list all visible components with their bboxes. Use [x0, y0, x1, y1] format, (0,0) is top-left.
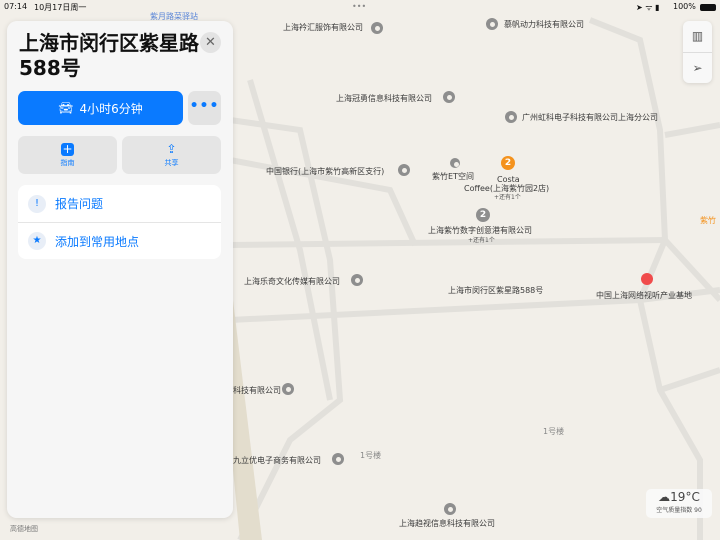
restaurant-icon[interactable] — [351, 274, 363, 286]
battery-icon — [700, 4, 716, 11]
add-favorite-item[interactable]: ★ 添加到常用地点 — [18, 222, 221, 259]
add-guide-icon: + — [61, 142, 74, 156]
car-icon: 🚘︎ — [58, 101, 74, 115]
directions-button[interactable]: 🚘︎ 4小时6分钟 — [18, 91, 183, 125]
map-label[interactable]: 上海衿汇服饰有限公司 — [283, 23, 363, 33]
building-icon[interactable] — [450, 158, 460, 168]
cluster-badge[interactable]: 2 — [476, 208, 490, 222]
weather-widget: ☁19°C 空气质量指数 90 — [646, 489, 712, 518]
map-label[interactable]: 中国银行(上海市紫竹高新区支行) — [266, 167, 384, 177]
close-button[interactable]: ✕ — [200, 32, 221, 53]
guide-button[interactable]: + 指南 — [18, 136, 117, 174]
poi-icon[interactable] — [505, 111, 517, 123]
map-label[interactable]: 中国上海网络视听产业基地 — [596, 291, 692, 301]
map-sublabel: +还有1个 — [468, 237, 495, 244]
place-card: 上海市闵行区紫星路588号 ✕ 🚘︎ 4小时6分钟 ••• + 指南 ⇪ 共享 … — [7, 21, 233, 518]
place-title: 上海市闵行区紫星路588号 — [19, 31, 199, 80]
aqi-label: 空气质量指数 90 — [656, 507, 702, 514]
more-button[interactable]: ••• — [188, 91, 221, 125]
favorite-label: 添加到常用地点 — [55, 234, 140, 249]
poi-icon[interactable] — [444, 503, 456, 515]
map-label[interactable]: 上海趋视信息科技有限公司 — [399, 519, 495, 529]
share-button[interactable]: ⇪ 共享 — [122, 136, 221, 174]
map-label[interactable]: 上海市闵行区紫星路588号 — [448, 286, 543, 296]
status-time: 07:14 — [4, 2, 28, 11]
map-label[interactable]: 1号楼 — [360, 451, 381, 461]
report-issue-item[interactable]: ! 报告问题 — [18, 185, 221, 222]
poi-icon[interactable] — [486, 18, 498, 30]
map-label[interactable]: 1号楼 — [543, 427, 564, 437]
locate-icon[interactable]: ➢ — [683, 52, 712, 83]
share-label: 共享 — [164, 159, 179, 167]
star-icon: ★ — [28, 232, 46, 250]
guide-label: 指南 — [60, 159, 75, 167]
map-label[interactable]: 科技有限公司 — [233, 386, 281, 396]
cloud-icon: ☁ — [658, 490, 671, 504]
travel-time: 4小时6分钟 — [79, 101, 143, 116]
share-icon: ⇪ — [166, 142, 177, 156]
poi-icon[interactable] — [443, 91, 455, 103]
map-label[interactable]: 上海乐奇文化传媒有限公司 — [244, 277, 340, 287]
action-list: ! 报告问题 ★ 添加到常用地点 — [18, 185, 221, 259]
amap-logo: 高德地图 — [10, 525, 38, 533]
weather-temp: ☁19°C — [658, 490, 700, 504]
map-label[interactable]: 慕帆动力科技有限公司 — [504, 20, 584, 30]
map-label[interactable]: 上海冠勇信息科技有限公司 — [336, 94, 432, 104]
poi-icon[interactable] — [282, 383, 294, 395]
report-icon: ! — [28, 194, 46, 213]
map-sublabel: +还有1个 — [494, 194, 521, 201]
status-date: 10月17日周一 — [34, 3, 87, 12]
map-label[interactable]: 九立优电子商务有限公司 — [233, 456, 321, 466]
map-label[interactable]: 紫竹ET空间 — [432, 172, 474, 182]
multitask-dots[interactable]: ••• — [352, 2, 366, 11]
location-pin-icon[interactable] — [641, 273, 653, 285]
close-icon: ✕ — [205, 35, 216, 50]
map-label[interactable]: 上海紫竹数字创意港有限公司 — [428, 226, 532, 236]
status-icons: ➤ ᯤ ▮ — [636, 3, 660, 12]
cluster-badge[interactable]: 2 — [501, 156, 515, 170]
battery-label: 100% — [673, 2, 696, 11]
map-label[interactable]: 广州虹科电子科技有限公司上海分公司 — [522, 113, 658, 123]
map-label[interactable]: 紫竹 — [700, 216, 716, 226]
bank-icon[interactable] — [398, 164, 410, 176]
report-label: 报告问题 — [55, 197, 104, 211]
poi-icon[interactable] — [371, 22, 383, 34]
poi-icon[interactable] — [332, 453, 344, 465]
map-mode-icon[interactable]: ▥ — [683, 21, 712, 52]
map-controls: ▥ ➢ — [683, 21, 712, 83]
